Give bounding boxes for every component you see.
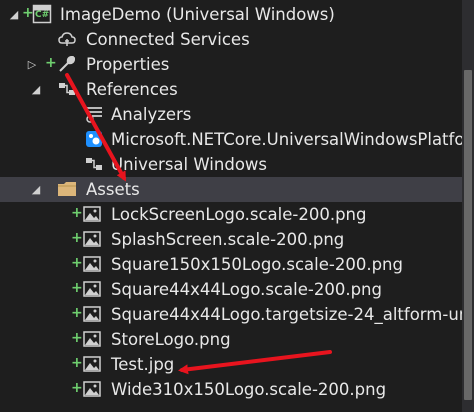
asset-file-item[interactable]: + Square150x150Logo.scale-200.png xyxy=(0,252,462,277)
asset-file-item[interactable]: + Square44x44Logo.targetsize-24_altform-u… xyxy=(0,302,462,327)
csharp-project-icon: C# xyxy=(32,4,52,24)
folder-icon xyxy=(57,179,77,199)
image-file-icon xyxy=(82,354,102,374)
asset-file-label: Square44x44Logo.targetsize-24_altform-un xyxy=(111,305,462,324)
added-plus-icon: + xyxy=(71,380,83,396)
asset-file-label: Square44x44Logo.scale-200.png xyxy=(111,280,382,299)
added-plus-icon: + xyxy=(71,355,83,371)
asset-file-label: SplashScreen.scale-200.png xyxy=(111,230,345,249)
asset-file-label: Square150x150Logo.scale-200.png xyxy=(111,255,403,274)
asset-file-label: StoreLogo.png xyxy=(111,330,231,349)
asset-file-label: Wide310x150Logo.scale-200.png xyxy=(111,380,387,399)
image-file-icon xyxy=(82,379,102,399)
asset-file-item[interactable]: + LockScreenLogo.scale-200.png xyxy=(0,202,462,227)
added-plus-icon: + xyxy=(71,230,83,246)
tree-item-universal-windows[interactable]: Universal Windows xyxy=(0,152,462,177)
tree-item-analyzers[interactable]: Analyzers xyxy=(0,102,462,127)
references-label: References xyxy=(86,80,178,99)
references-icon xyxy=(57,79,77,99)
sdk-reference-icon xyxy=(84,154,104,174)
image-file-icon xyxy=(82,329,102,349)
asset-file-label: Test.jpg xyxy=(111,355,175,374)
universal-windows-label: Universal Windows xyxy=(111,155,268,174)
properties-label: Properties xyxy=(86,55,170,74)
added-plus-icon: + xyxy=(71,330,83,346)
assets-label: Assets xyxy=(86,180,140,199)
solution-explorer-tree: ◢ + C# ImageDemo (Universal Windows) Con… xyxy=(0,0,474,412)
asset-file-item[interactable]: + Test.jpg xyxy=(0,352,462,377)
image-file-icon xyxy=(82,279,102,299)
image-file-icon xyxy=(82,204,102,224)
analyzers-icon xyxy=(84,104,104,124)
asset-file-item[interactable]: + Wide310x150Logo.scale-200.png xyxy=(0,377,462,402)
netcore-label: Microsoft.NETCore.UniversalWindowsPlatfo xyxy=(111,130,462,149)
project-label: ImageDemo (Universal Windows) xyxy=(60,5,335,24)
vertical-scrollbar[interactable] xyxy=(462,0,474,412)
tree-item-assets[interactable]: ◢ Assets xyxy=(0,177,462,202)
image-file-icon xyxy=(82,304,102,324)
tree-item-netcore[interactable]: Microsoft.NETCore.UniversalWindowsPlatfo xyxy=(0,127,462,152)
nuget-package-icon xyxy=(84,129,104,149)
expanded-chevron-icon[interactable]: ◢ xyxy=(8,8,20,21)
asset-file-item[interactable]: + SplashScreen.scale-200.png xyxy=(0,227,462,252)
analyzers-label: Analyzers xyxy=(111,105,192,124)
image-file-icon xyxy=(82,254,102,274)
added-plus-icon: + xyxy=(71,280,83,296)
expanded-chevron-icon[interactable]: ◢ xyxy=(30,183,42,196)
csharp-badge: C# xyxy=(35,10,50,20)
added-plus-icon: + xyxy=(71,305,83,321)
expanded-chevron-icon[interactable]: ◢ xyxy=(30,83,42,96)
collapsed-chevron-icon[interactable]: ▷ xyxy=(26,58,38,71)
tree-item-properties[interactable]: ▷ + Properties xyxy=(0,52,462,77)
tree-item-references[interactable]: ◢ References xyxy=(0,77,462,102)
asset-file-item[interactable]: + Square44x44Logo.scale-200.png xyxy=(0,277,462,302)
connected-services-label: Connected Services xyxy=(86,30,250,49)
tree-item-connected-services[interactable]: Connected Services xyxy=(0,27,462,52)
added-plus-icon: + xyxy=(71,255,83,271)
wrench-icon xyxy=(57,54,77,74)
cloud-icon xyxy=(57,29,77,49)
added-plus-icon: + xyxy=(71,205,83,221)
added-plus-icon: + xyxy=(22,5,34,21)
added-plus-icon: + xyxy=(45,55,57,71)
asset-file-label: LockScreenLogo.scale-200.png xyxy=(111,205,367,224)
scrollbar-thumb[interactable] xyxy=(464,70,472,400)
asset-file-item[interactable]: + StoreLogo.png xyxy=(0,327,462,352)
tree-item-project[interactable]: ◢ + C# ImageDemo (Universal Windows) xyxy=(0,2,462,27)
image-file-icon xyxy=(82,229,102,249)
